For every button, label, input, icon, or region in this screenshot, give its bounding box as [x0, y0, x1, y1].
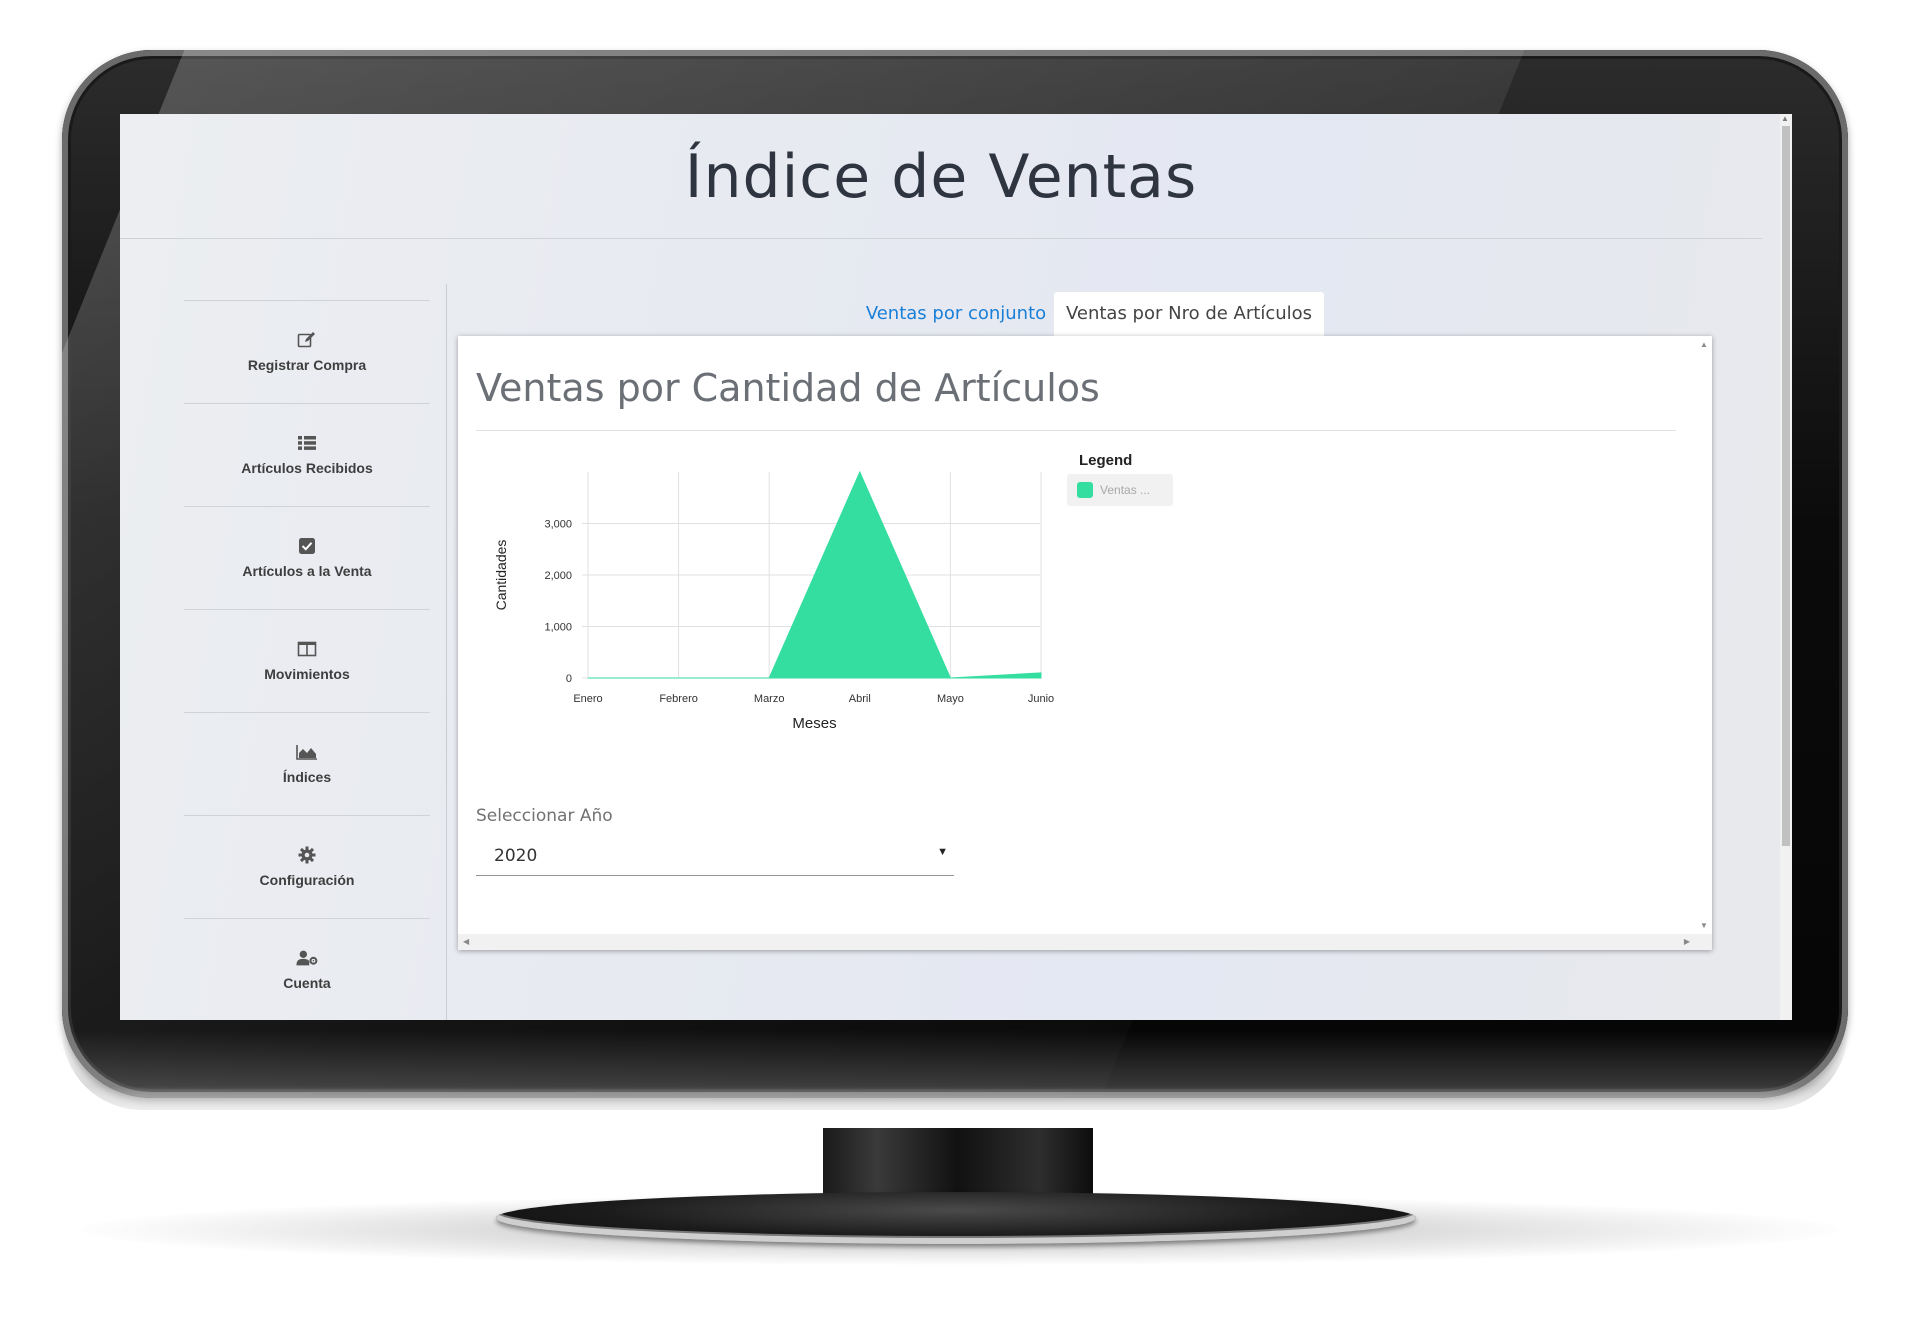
card-title-divider: [476, 430, 1676, 431]
x-tick-label: Junio: [1028, 693, 1054, 705]
x-tick-label: Marzo: [754, 693, 785, 705]
caret-down-icon: ▼: [937, 846, 948, 858]
scroll-right-arrow-icon[interactable]: ▶: [1684, 937, 1690, 946]
sidebar-item-indices[interactable]: Índices: [184, 712, 430, 815]
title-divider: [120, 238, 1762, 239]
year-select-label: Seleccionar Año: [476, 806, 613, 826]
monitor-stand-base: [496, 1192, 1416, 1244]
sidebar-divider: [446, 284, 447, 1020]
page-scrollbar-thumb[interactable]: [1782, 126, 1790, 846]
year-select-value: 2020: [494, 846, 538, 866]
page-title: Índice de Ventas: [684, 142, 1198, 212]
x-tick-label: Febrero: [659, 693, 698, 705]
sidebar-item-label: Artículos Recibidos: [241, 460, 373, 476]
tab-ventas-por-nro-articulos[interactable]: Ventas por Nro de Artículos: [1054, 292, 1324, 336]
sidebar-item-label: Artículos a la Venta: [242, 563, 372, 579]
scroll-down-arrow-icon[interactable]: ▼: [1700, 921, 1708, 930]
scroll-up-arrow-icon[interactable]: ▲: [1700, 340, 1708, 349]
year-select[interactable]: 2020 ▼: [476, 836, 954, 876]
screen: Índice de Ventas ▲ Registrar Compra Artí…: [120, 114, 1792, 1020]
legend-title: Legend: [1079, 452, 1133, 469]
card-vertical-scrollbar[interactable]: ▲ ▼: [1696, 336, 1712, 934]
list-icon: [296, 434, 318, 452]
sidebar-item-label: Registrar Compra: [247, 357, 367, 373]
page-scrollbar[interactable]: ▲: [1780, 114, 1792, 1020]
legend-item[interactable]: Ventas ...: [1067, 474, 1173, 506]
y-axis-title: Cantidades: [493, 540, 509, 611]
x-tick-label: Mayo: [937, 693, 964, 705]
area-chart: 0 1,000 2,000 3,000 Enero Febrero Marzo Abril Ma…: [493, 470, 1054, 732]
sidebar-item-movimientos[interactable]: Movimientos: [184, 609, 430, 712]
y-tick-label: 1,000: [544, 622, 572, 634]
user-cog-icon: [296, 949, 318, 967]
sidebar-item-configuracion[interactable]: Configuración: [184, 815, 430, 918]
edit-icon: [296, 331, 318, 349]
x-tick-label: Abril: [849, 693, 871, 705]
y-tick-label: 3,000: [544, 519, 572, 531]
sidebar-item-label: Movimientos: [264, 666, 350, 682]
sidebar-item-articulos-recibidos[interactable]: Artículos Recibidos: [184, 403, 430, 506]
sidebar-item-label: Configuración: [259, 872, 355, 888]
columns-icon: [296, 640, 318, 658]
card-horizontal-scrollbar[interactable]: ◀ ▶: [458, 934, 1712, 950]
chart-card: Ventas por Cantidad de Artículos 0 1,000 2…: [458, 336, 1712, 950]
check-square-icon: [296, 537, 318, 555]
y-tick-label: 2,000: [544, 570, 572, 582]
tab-ventas-por-conjunto[interactable]: Ventas por conjunto: [856, 292, 1056, 336]
legend-label: Ventas ...: [1100, 483, 1151, 497]
x-axis-title: Meses: [792, 715, 836, 732]
sidebar-item-label: Índices: [282, 769, 332, 785]
x-tick-label: Enero: [573, 693, 602, 705]
sidebar-item-cuenta[interactable]: Cuenta: [184, 918, 430, 1020]
gear-icon: [296, 846, 318, 864]
card-title: Ventas por Cantidad de Artículos: [476, 366, 1100, 410]
sidebar-item-registrar-compra[interactable]: Registrar Compra: [184, 300, 430, 403]
sidebar: Registrar Compra Artículos Recibidos Art…: [184, 300, 430, 1020]
sidebar-item-articulos-venta[interactable]: Artículos a la Venta: [184, 506, 430, 609]
legend-swatch: [1077, 482, 1093, 498]
sidebar-item-label: Cuenta: [283, 975, 331, 991]
scroll-up-arrow-icon[interactable]: ▲: [1781, 114, 1789, 123]
scroll-left-arrow-icon[interactable]: ◀: [463, 937, 469, 946]
y-tick-label: 0: [566, 673, 572, 685]
area-chart-icon: [296, 743, 318, 761]
